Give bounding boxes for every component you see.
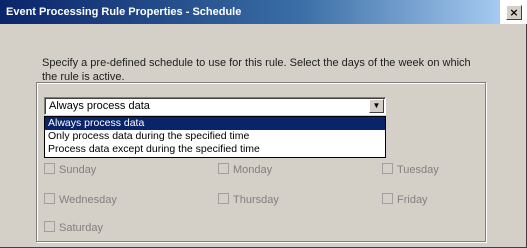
title-bar-controls: × xyxy=(500,0,527,24)
dropdown-option-always[interactable]: Always process data xyxy=(45,117,385,130)
checkbox-label: Friday xyxy=(397,194,428,206)
checkbox-wednesday[interactable]: Wednesday xyxy=(44,193,117,207)
checkbox-box xyxy=(382,163,393,174)
checkbox-label: Sunday xyxy=(59,164,97,176)
checkbox-label: Tuesday xyxy=(397,164,439,176)
dropdown-option-except-during[interactable]: Process data except during the specified… xyxy=(45,143,385,156)
schedule-description: Specify a pre-defined schedule to use fo… xyxy=(42,57,471,83)
checkbox-label: Saturday xyxy=(59,222,104,234)
dropdown-option-only-during[interactable]: Only process data during the specified t… xyxy=(45,130,385,143)
title-bar[interactable]: Event Processing Rule Properties - Sched… xyxy=(0,0,500,24)
checkbox-box xyxy=(44,221,55,232)
dialog-window: Event Processing Rule Properties - Sched… xyxy=(0,0,527,248)
close-button[interactable]: × xyxy=(506,5,522,20)
checkbox-label: Wednesday xyxy=(59,194,117,206)
checkbox-box xyxy=(218,193,229,204)
window-title: Event Processing Rule Properties - Sched… xyxy=(6,6,242,18)
checkbox-thursday[interactable]: Thursday xyxy=(218,193,279,207)
schedule-combobox[interactable]: Always process data ▼ xyxy=(44,97,386,115)
checkbox-sunday[interactable]: Sunday xyxy=(44,163,96,177)
checkbox-box xyxy=(382,193,393,204)
checkbox-monday[interactable]: Monday xyxy=(218,163,272,177)
close-icon: × xyxy=(509,6,519,19)
checkbox-box xyxy=(44,163,55,174)
checkbox-friday[interactable]: Friday xyxy=(382,193,428,207)
chevron-down-icon: ▼ xyxy=(372,101,381,110)
checkbox-tuesday[interactable]: Tuesday xyxy=(382,163,439,177)
checkbox-box xyxy=(44,193,55,204)
checkbox-box xyxy=(218,163,229,174)
combobox-dropdown-button[interactable]: ▼ xyxy=(369,99,384,113)
checkbox-saturday[interactable]: Saturday xyxy=(44,221,103,235)
schedule-dropdown-list[interactable]: Always process data Only process data du… xyxy=(44,116,386,158)
checkbox-label: Monday xyxy=(233,164,273,176)
checkbox-label: Thursday xyxy=(233,194,279,206)
schedule-combobox-value: Always process data xyxy=(49,100,150,112)
